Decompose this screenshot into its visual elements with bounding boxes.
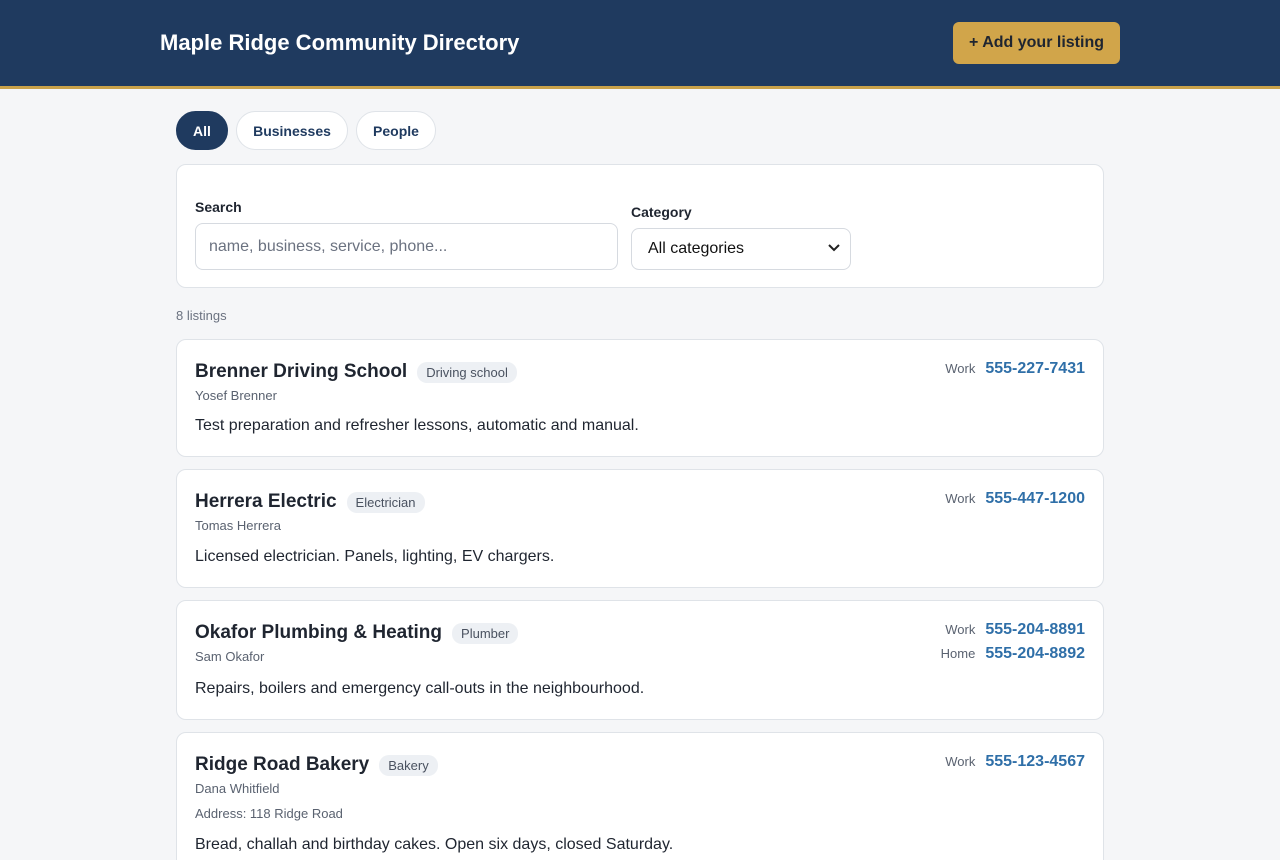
listing-name: Ridge Road Bakery — [195, 754, 370, 775]
top-header: Maple Ridge Community Directory + Add yo… — [0, 0, 1280, 89]
phone-link[interactable]: 555-227-7431 — [985, 360, 1085, 378]
phone-type: Work — [945, 491, 976, 506]
phone-type: Work — [945, 622, 976, 637]
listing-card: Ridge Road Bakery Bakery Dana Whitfield … — [176, 732, 1104, 860]
listing-card: Okafor Plumbing & Heating Plumber Sam Ok… — [176, 600, 1104, 720]
category-badge: Bakery — [379, 754, 438, 776]
listing-person: Yosef Brenner — [195, 388, 277, 403]
listing-description: Bread, challah and birthday cakes. Open … — [195, 836, 674, 853]
filter-panel: Search Category All categories — [176, 164, 1104, 288]
search-label: Search — [195, 199, 242, 215]
category-select[interactable]: All categories — [631, 228, 851, 270]
listing-address: Address: 118 Ridge Road — [195, 806, 343, 821]
phone-link[interactable]: 555-204-8891 — [985, 621, 1085, 639]
phone-type: Work — [945, 361, 976, 376]
category-select-value: All categories — [648, 240, 745, 257]
phone-list: Work 555-227-7431 — [945, 360, 1085, 384]
tab-businesses[interactable]: Businesses — [236, 111, 348, 150]
category-badge: Electrician — [346, 491, 425, 513]
listing-description: Test preparation and refresher lessons, … — [195, 417, 639, 434]
listing-person: Dana Whitfield — [195, 781, 280, 796]
listing-name: Okafor Plumbing & Heating — [195, 622, 443, 643]
phone-list: Work 555-447-1200 — [945, 490, 1085, 514]
phone-link[interactable]: 555-204-8892 — [985, 645, 1085, 663]
chevron-down-icon — [828, 243, 840, 255]
listing-name: Herrera Electric — [195, 491, 337, 512]
category-badge: Driving school — [417, 361, 517, 383]
listing-description: Licensed electrician. Panels, lighting, … — [195, 548, 555, 565]
phone-list: Work 555-204-8891 Home 555-204-8892 — [941, 621, 1085, 669]
phone-type: Work — [945, 754, 976, 769]
phone-link[interactable]: 555-447-1200 — [985, 490, 1085, 508]
phone-link[interactable]: 555-123-4567 — [985, 753, 1085, 771]
listing-person: Sam Okafor — [195, 649, 265, 664]
listing-count: 8 listings — [176, 308, 227, 323]
tab-all[interactable]: All — [176, 111, 228, 150]
search-input[interactable] — [195, 223, 618, 270]
listing-name: Brenner Driving School — [195, 361, 408, 382]
category-badge: Plumber — [452, 622, 519, 644]
category-label: Category — [631, 204, 692, 220]
listing-card: Brenner Driving School Driving school Yo… — [176, 339, 1104, 457]
phone-list: Work 555-123-4567 — [945, 753, 1085, 777]
tab-people[interactable]: People — [356, 111, 436, 150]
listing-description: Repairs, boilers and emergency call-outs… — [195, 680, 645, 697]
add-listing-button[interactable]: + Add your listing — [953, 22, 1120, 64]
phone-type: Home — [940, 646, 976, 661]
listing-card: Herrera Electric Electrician Tomas Herre… — [176, 469, 1104, 588]
app-title: Maple Ridge Community Directory — [160, 30, 520, 55]
listing-person: Tomas Herrera — [195, 518, 281, 533]
